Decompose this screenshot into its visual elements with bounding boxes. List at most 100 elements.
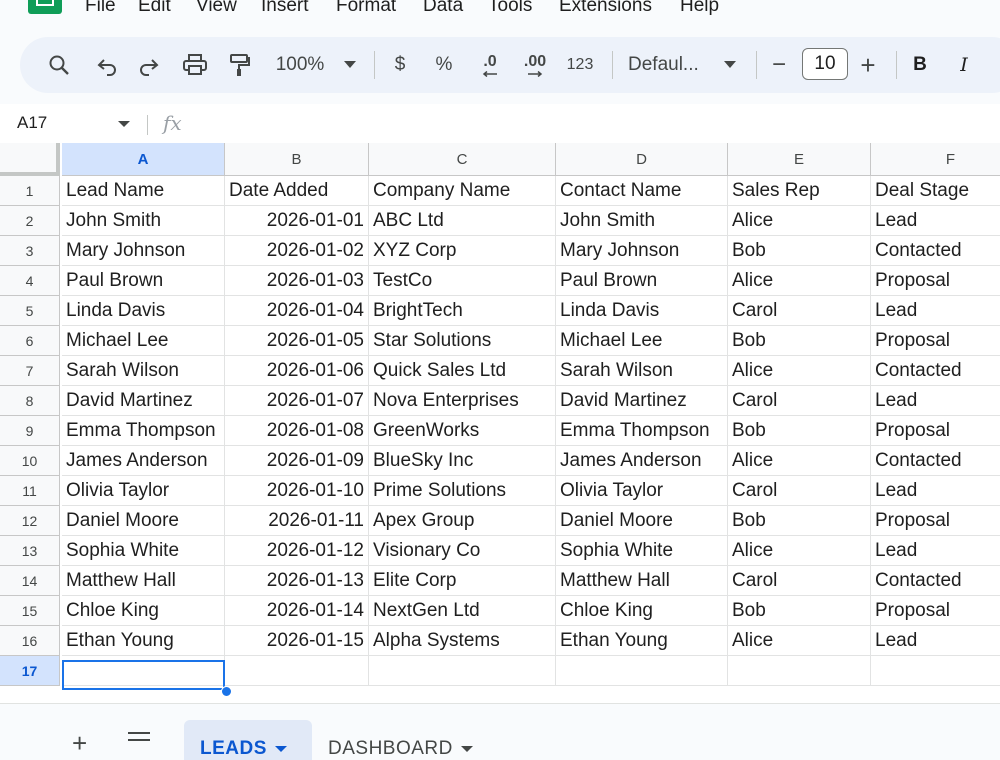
sheet-tab-dashboard[interactable]: DASHBOARD — [328, 720, 473, 760]
all-sheets-menu-icon[interactable] — [128, 732, 150, 746]
cell-b2[interactable]: 2026-01-01 — [225, 206, 369, 236]
column-header-b[interactable]: B — [225, 143, 369, 176]
cell-e14[interactable]: Carol — [728, 566, 871, 596]
select-all-corner[interactable] — [0, 143, 60, 176]
cell-a3[interactable]: Mary Johnson — [62, 236, 225, 266]
cell-d4[interactable]: Paul Brown — [556, 266, 728, 296]
row-header-10[interactable]: 10 — [0, 446, 60, 476]
print-icon[interactable] — [178, 37, 212, 93]
cell-f6[interactable]: Proposal — [871, 326, 1000, 356]
cell-f16[interactable]: Lead — [871, 626, 1000, 656]
row-header-5[interactable]: 5 — [0, 296, 60, 326]
cell-b10[interactable]: 2026-01-09 — [225, 446, 369, 476]
cell-d6[interactable]: Michael Lee — [556, 326, 728, 356]
cell-d10[interactable]: James Anderson — [556, 446, 728, 476]
menu-extensions[interactable]: Extensions — [559, 0, 652, 17]
cell-a14[interactable]: Matthew Hall — [62, 566, 225, 596]
menu-format[interactable]: Format — [336, 0, 396, 17]
row-header-2[interactable]: 2 — [0, 206, 60, 236]
cell-e10[interactable]: Alice — [728, 446, 871, 476]
cell-e2[interactable]: Alice — [728, 206, 871, 236]
cell-a16[interactable]: Ethan Young — [62, 626, 225, 656]
cell-f10[interactable]: Contacted — [871, 446, 1000, 476]
font-family-select[interactable]: Defaul... — [628, 37, 710, 93]
cell-c16[interactable]: Alpha Systems — [369, 626, 556, 656]
cell-f17[interactable] — [871, 656, 1000, 686]
decrease-font-size-button[interactable]: − — [768, 37, 790, 93]
cell-a6[interactable]: Michael Lee — [62, 326, 225, 356]
cell-d9[interactable]: Emma Thompson — [556, 416, 728, 446]
row-header-7[interactable]: 7 — [0, 356, 60, 386]
cell-d13[interactable]: Sophia White — [556, 536, 728, 566]
cell-e16[interactable]: Alice — [728, 626, 871, 656]
paint-format-icon[interactable] — [224, 37, 254, 93]
undo-icon[interactable] — [92, 37, 122, 93]
column-header-a[interactable]: A — [62, 143, 225, 176]
row-header-4[interactable]: 4 — [0, 266, 60, 296]
zoom-dropdown-icon[interactable] — [340, 37, 360, 93]
cell-c4[interactable]: TestCo — [369, 266, 556, 296]
increase-font-size-button[interactable]: + — [856, 37, 880, 93]
cell-b11[interactable]: 2026-01-10 — [225, 476, 369, 506]
cell-a5[interactable]: Linda Davis — [62, 296, 225, 326]
cell-d11[interactable]: Olivia Taylor — [556, 476, 728, 506]
row-header-14[interactable]: 14 — [0, 566, 60, 596]
currency-format-button[interactable]: $ — [390, 37, 410, 93]
cell-c14[interactable]: Elite Corp — [369, 566, 556, 596]
cell-c17[interactable] — [369, 656, 556, 686]
cell-b4[interactable]: 2026-01-03 — [225, 266, 369, 296]
cell-f15[interactable]: Proposal — [871, 596, 1000, 626]
cell-b12[interactable]: 2026-01-11 — [225, 506, 369, 536]
cell-f4[interactable]: Proposal — [871, 266, 1000, 296]
cell-e6[interactable]: Bob — [728, 326, 871, 356]
row-header-16[interactable]: 16 — [0, 626, 60, 656]
sheets-logo-icon[interactable] — [28, 0, 62, 14]
column-header-f[interactable]: F — [871, 143, 1000, 176]
cell-d16[interactable]: Ethan Young — [556, 626, 728, 656]
cell-e8[interactable]: Carol — [728, 386, 871, 416]
cell-c8[interactable]: Nova Enterprises — [369, 386, 556, 416]
cell-a2[interactable]: John Smith — [62, 206, 225, 236]
cell-e13[interactable]: Alice — [728, 536, 871, 566]
column-header-d[interactable]: D — [556, 143, 728, 176]
row-header-15[interactable]: 15 — [0, 596, 60, 626]
cell-c2[interactable]: ABC Ltd — [369, 206, 556, 236]
cell-c9[interactable]: GreenWorks — [369, 416, 556, 446]
sheet-tab-leads[interactable]: LEADS — [184, 720, 312, 760]
cell-e11[interactable]: Carol — [728, 476, 871, 506]
row-header-6[interactable]: 6 — [0, 326, 60, 356]
cell-a13[interactable]: Sophia White — [62, 536, 225, 566]
cell-f12[interactable]: Proposal — [871, 506, 1000, 536]
cell-a8[interactable]: David Martinez — [62, 386, 225, 416]
menu-insert[interactable]: Insert — [261, 0, 309, 17]
cell-d15[interactable]: Chloe King — [556, 596, 728, 626]
search-menus-icon[interactable] — [44, 37, 74, 93]
cell-c10[interactable]: BlueSky Inc — [369, 446, 556, 476]
cell-f3[interactable]: Contacted — [871, 236, 1000, 266]
menu-file[interactable]: File — [85, 0, 116, 17]
cell-c11[interactable]: Prime Solutions — [369, 476, 556, 506]
menu-tools[interactable]: Tools — [488, 0, 532, 17]
cell-c6[interactable]: Star Solutions — [369, 326, 556, 356]
cell-a1[interactable]: Lead Name — [62, 176, 225, 206]
cell-c12[interactable]: Apex Group — [369, 506, 556, 536]
menu-view[interactable]: View — [196, 0, 237, 17]
cell-b7[interactable]: 2026-01-06 — [225, 356, 369, 386]
cell-d17[interactable] — [556, 656, 728, 686]
cell-f9[interactable]: Proposal — [871, 416, 1000, 446]
row-header-3[interactable]: 3 — [0, 236, 60, 266]
cell-e7[interactable]: Alice — [728, 356, 871, 386]
cell-f1[interactable]: Deal Stage — [871, 176, 1000, 206]
menu-data[interactable]: Data — [423, 0, 463, 17]
cell-b8[interactable]: 2026-01-07 — [225, 386, 369, 416]
cell-d7[interactable]: Sarah Wilson — [556, 356, 728, 386]
cell-c1[interactable]: Company Name — [369, 176, 556, 206]
cell-d14[interactable]: Matthew Hall — [556, 566, 728, 596]
cell-a10[interactable]: James Anderson — [62, 446, 225, 476]
bold-button[interactable]: B — [908, 37, 932, 93]
redo-icon[interactable] — [134, 37, 164, 93]
cell-a11[interactable]: Olivia Taylor — [62, 476, 225, 506]
cell-c15[interactable]: NextGen Ltd — [369, 596, 556, 626]
fill-handle[interactable] — [221, 686, 232, 697]
font-dropdown-icon[interactable] — [720, 37, 740, 93]
